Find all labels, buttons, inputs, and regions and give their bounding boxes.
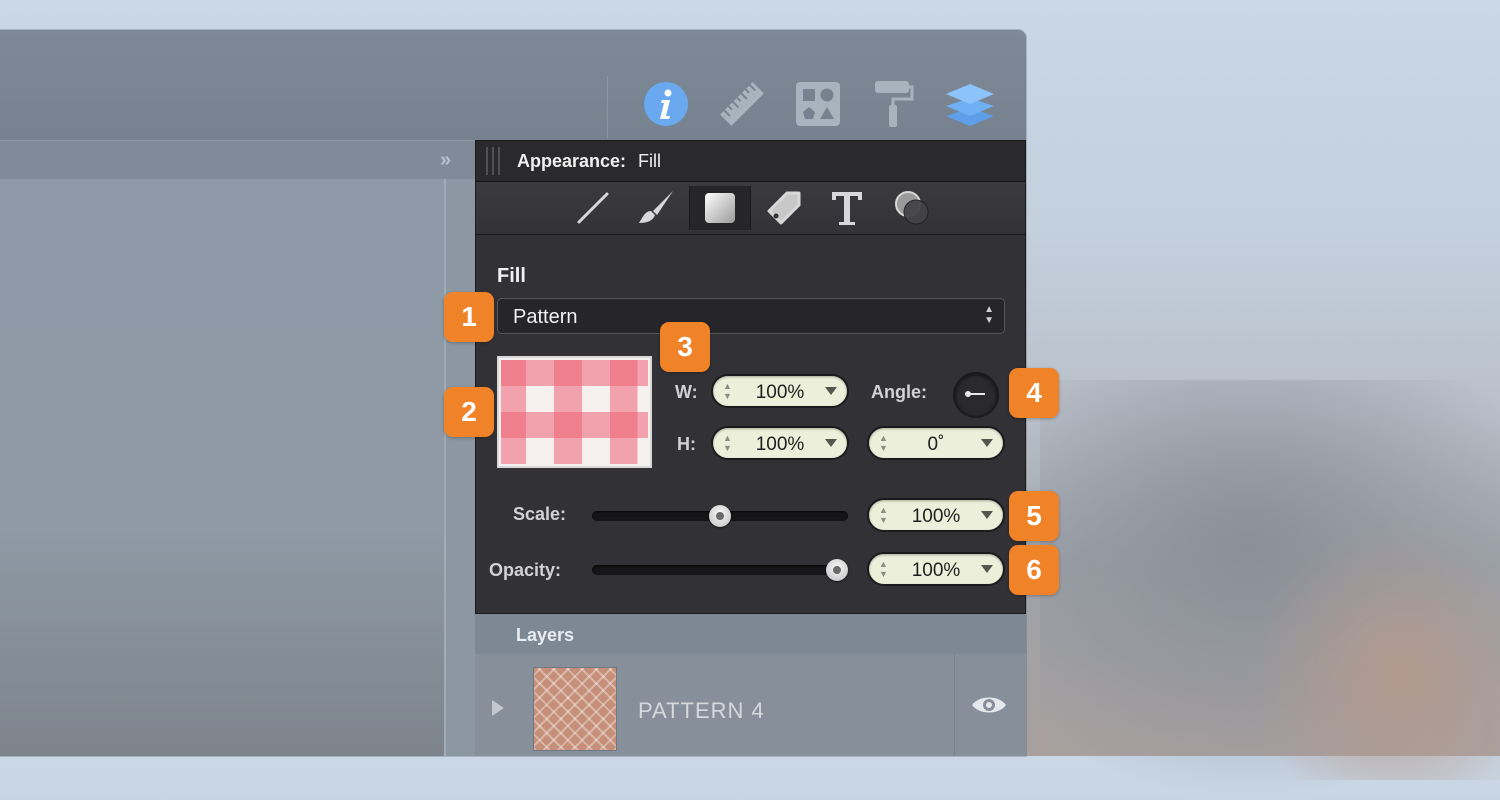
fill-type-value: Pattern (513, 306, 578, 328)
fill-type-select[interactable]: Pattern ▲ ▼ (497, 298, 1005, 334)
panel-title-label: Appearance: (517, 151, 627, 171)
pattern-preview (501, 360, 648, 464)
width-stepper[interactable]: ▲ ▼ 100% (711, 374, 849, 408)
callout-badge-3: 3 (660, 322, 710, 372)
callout-badge-1: 1 (444, 292, 494, 342)
stroke-tool[interactable] (563, 186, 623, 230)
layer-divider (954, 654, 955, 756)
opacity-slider-knob[interactable] (826, 559, 848, 581)
height-label: H: (677, 434, 696, 454)
height-dropdown-icon[interactable] (825, 439, 837, 447)
opacity-label: Opacity: (489, 560, 562, 580)
panel-title-value: Fill (638, 151, 662, 171)
inspector-subbar: » (0, 140, 475, 180)
text-tool[interactable] (817, 186, 877, 230)
angle-label: Angle: (871, 382, 927, 402)
paint-roller-icon[interactable] (866, 78, 918, 130)
callout-badge-2: 2 (444, 387, 494, 437)
opacity-stepper[interactable]: ▲ ▼ 100% (867, 552, 1005, 586)
height-stepper[interactable]: ▲ ▼ 100% (711, 426, 849, 460)
appearance-tool-row (476, 182, 1025, 235)
canvas-area[interactable] (0, 179, 444, 756)
ruler-icon[interactable] (716, 78, 768, 130)
angle-dial[interactable] (953, 372, 999, 418)
info-icon[interactable] (640, 78, 692, 130)
tag-tool[interactable] (754, 186, 814, 230)
angle-stepper[interactable]: ▲ ▼ 0˚ (867, 426, 1005, 460)
window-toolbar (0, 30, 1026, 140)
shapes-icon[interactable] (792, 78, 844, 130)
fill-tool[interactable] (689, 186, 751, 230)
layer-thumbnail (533, 667, 617, 751)
panel-title: Appearance: Fill (517, 151, 661, 172)
width-label: W: (675, 382, 698, 402)
backdrop-blur-warm (1250, 520, 1500, 780)
angle-dial-hand (969, 393, 985, 395)
select-arrows-icon: ▲ ▼ (984, 304, 994, 326)
layers-header[interactable]: Layers (475, 614, 1026, 655)
scale-label: Scale: (513, 504, 567, 524)
drag-handle[interactable] (486, 147, 504, 175)
callout-badge-4: 4 (1009, 368, 1059, 418)
pattern-swatch[interactable] (497, 356, 652, 468)
collapse-panel-button[interactable]: » (440, 149, 451, 172)
angle-dropdown-icon[interactable] (981, 439, 993, 447)
scale-slider[interactable] (592, 505, 848, 527)
layer-name: PATTERN 4 (638, 698, 765, 723)
scale-slider-knob[interactable] (709, 505, 731, 527)
layers-title: Layers (516, 625, 575, 645)
opacity-slider[interactable] (592, 559, 848, 581)
callout-badge-5: 5 (1009, 491, 1059, 541)
scale-dropdown-icon[interactable] (981, 511, 993, 519)
scale-stepper[interactable]: ▲ ▼ 100% (867, 498, 1005, 532)
panel-header[interactable]: Appearance: Fill (476, 141, 1025, 182)
toolbar-divider (607, 76, 608, 138)
eye-icon[interactable] (971, 694, 1007, 721)
opacity-dropdown-icon[interactable] (981, 565, 993, 573)
shadow-tool[interactable] (882, 186, 942, 230)
layers-icon[interactable] (944, 78, 996, 130)
expand-triangle-icon[interactable] (492, 700, 504, 716)
appearance-panel: Appearance: Fill Fill Pattern ▲▼ W: ▲▼ (475, 140, 1026, 614)
callout-badge-6: 6 (1009, 545, 1059, 595)
layer-row[interactable]: PATTERN 4 (475, 654, 1026, 756)
width-dropdown-icon[interactable] (825, 387, 837, 395)
brush-tool[interactable] (626, 186, 686, 230)
fill-section-label: Fill (497, 265, 526, 287)
panel-gutter (446, 179, 475, 756)
